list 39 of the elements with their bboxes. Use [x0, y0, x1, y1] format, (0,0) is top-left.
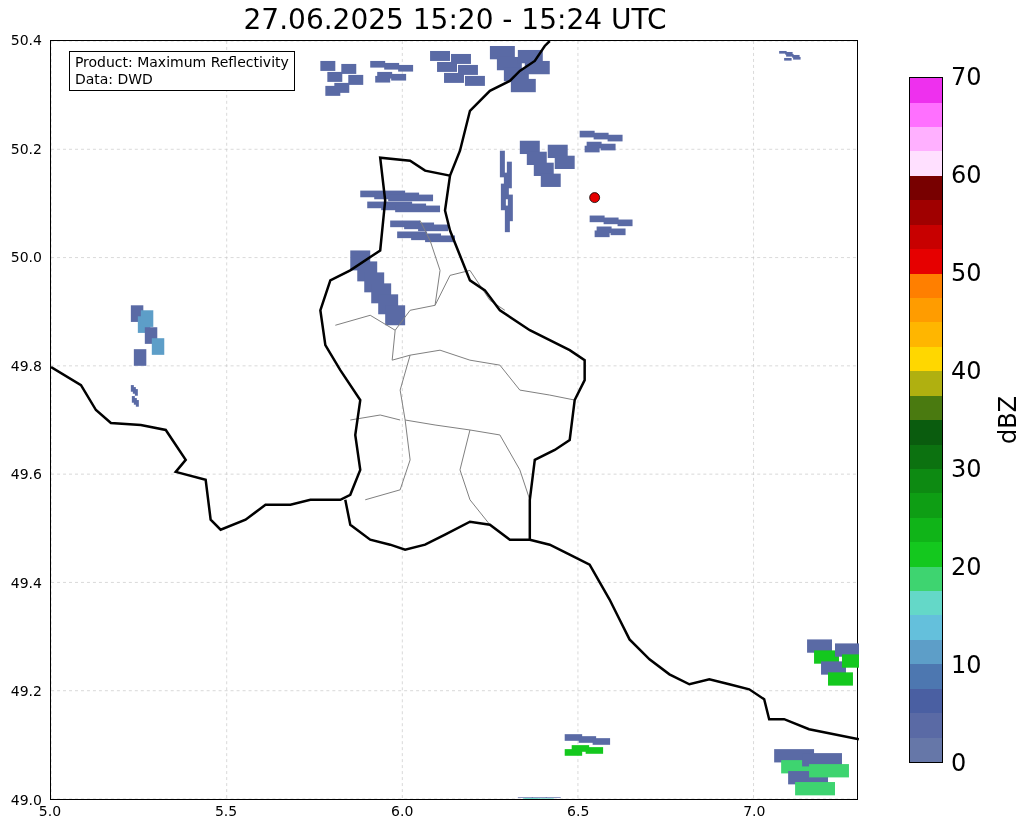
radar-echo [779, 50, 801, 61]
radar-echo [579, 130, 623, 153]
radar-echo [130, 385, 139, 407]
location-marker [589, 192, 600, 203]
radar-echo [429, 50, 485, 86]
colorbar-label: dBZ [996, 395, 1020, 445]
colorbar-tick-label: 70 [951, 65, 982, 89]
y-tick-label: 50.4 [10, 33, 42, 47]
chart-title: 27.06.2025 15:20 - 15:24 UTC [243, 6, 667, 34]
x-tick-label: 5.5 [214, 804, 238, 818]
y-tick-label: 49.2 [10, 684, 42, 699]
y-tick-label: 49.6 [10, 467, 42, 482]
x-tick-label: 6.0 [391, 804, 414, 818]
x-tick-label: 6.5 [567, 804, 590, 818]
radar-echo [390, 220, 455, 243]
x-tick-label: 5.0 [38, 804, 62, 818]
colorbar-tick-label: 20 [951, 555, 982, 579]
radar-echo [320, 60, 364, 96]
x-tick-label: 7.0 [743, 804, 766, 818]
y-tick-label: 49.0 [10, 793, 42, 807]
y-tick-label: 49.4 [10, 575, 42, 590]
radar-echo [564, 734, 610, 756]
colorbar-tick-label: 30 [951, 457, 982, 481]
colorbar-tick-label: 60 [951, 163, 982, 187]
radar-echo [519, 140, 575, 187]
y-tick-label: 49.8 [10, 358, 42, 373]
radar-echo [806, 639, 859, 686]
legend-text: Data: DWD [74, 71, 154, 88]
colorbar-tick-label: 0 [951, 751, 967, 775]
radar-echo [489, 46, 550, 93]
radar-echo [130, 305, 165, 366]
legend-text: Product: Maximum Reflectivity [74, 54, 289, 71]
colorbar-tick-label: 40 [951, 359, 982, 383]
colorbar-tick-label: 10 [951, 653, 982, 677]
y-tick-label: 50.0 [10, 250, 42, 265]
radar-echo [589, 215, 633, 238]
radar-echo [370, 60, 413, 83]
colorbar-tick-label: 50 [951, 261, 982, 285]
y-tick-label: 50.2 [10, 141, 42, 156]
